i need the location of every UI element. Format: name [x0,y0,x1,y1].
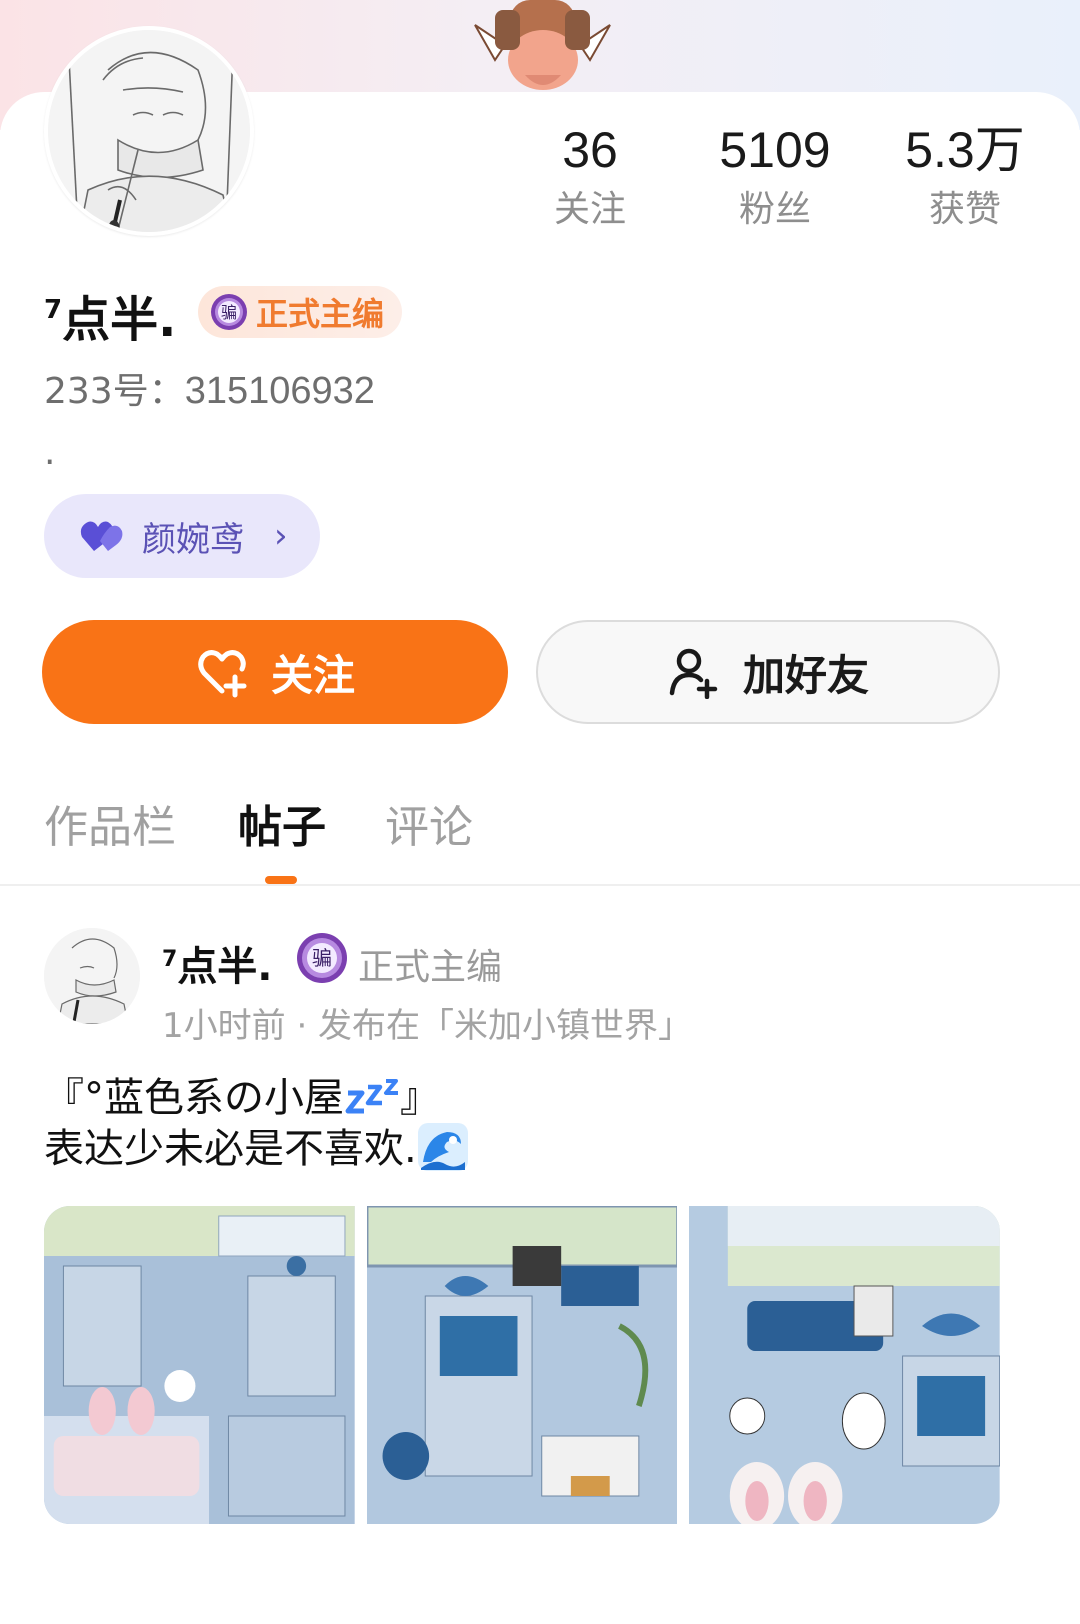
banner-mascot [474,0,611,90]
partner-name: 颜婉鸢 [142,519,244,560]
profile-name-text: 点半. [62,292,177,348]
sketch-avatar [44,928,140,1024]
rank-seal-icon: 骗 [297,933,347,983]
tabs-divider [0,884,1080,886]
stat-fans[interactable]: 5109 粉丝 [690,120,860,234]
post-image-1[interactable] [44,1206,355,1524]
stat-likes[interactable]: 5.3万 获赞 [880,120,1050,234]
svg-text:骗: 骗 [221,303,237,322]
chevron-right-icon: › [274,516,288,556]
add-friend-button[interactable]: 加好友 [536,620,1000,724]
post-title-text: 『°蓝色系の小屋 [44,1075,344,1121]
post-body[interactable]: 表达少未必是不喜欢. [44,1122,469,1175]
tab-works[interactable]: 作品栏 [44,800,176,856]
post-author-name[interactable]: 7点半. [162,934,273,992]
follow-button-label: 关注 [270,650,355,700]
room-image [689,1206,1000,1524]
profile-name-prefix: 7 [44,295,63,325]
heart-plus-icon [198,650,247,698]
sketch-avatar [48,30,250,232]
user-id-label: 233号： [44,371,185,412]
add-person-icon [669,648,718,699]
rank-seal-icon: 骗 [211,294,247,330]
tab-comments[interactable]: 评论 [385,800,473,856]
stat-following-value: 36 [562,122,618,178]
active-tab-indicator [265,876,297,884]
stat-likes-label: 获赞 [928,189,1001,230]
post-title[interactable]: 『°蓝色系の小屋 』 [44,1072,440,1124]
post-author-avatar[interactable] [44,928,140,1024]
stat-fans-value: 5109 [719,122,831,178]
stat-following-label: 关注 [553,189,626,230]
rank-badge[interactable]: 骗 正式主编 [198,286,403,338]
stat-fans-label: 粉丝 [738,189,811,230]
add-friend-button-label: 加好友 [742,650,869,700]
post-image-3[interactable] [689,1206,1000,1524]
post-author-prefix: 7 [162,947,178,972]
stat-following[interactable]: 36 关注 [505,120,675,234]
profile-avatar[interactable] [44,26,254,236]
post-title-end: 』 [400,1075,440,1121]
room-image [366,1206,678,1524]
post-author-text: 点半. [177,944,273,990]
post-image-2[interactable] [366,1206,678,1524]
room-image [44,1206,355,1524]
user-id-value: 315106932 [184,370,375,412]
user-id[interactable]: 233号：315106932 [44,362,375,414]
follow-button[interactable]: 关注 [42,620,508,724]
stat-likes-value: 5.3万 [905,122,1025,178]
rank-title: 正式主编 [256,295,385,333]
partner-pill[interactable]: 颜婉鸢 › [44,494,320,578]
zzz-emoji [345,1079,398,1114]
tab-posts[interactable]: 帖子 [238,800,326,856]
post-meta[interactable]: 1小时前 · 发布在「米加小镇世界」 [162,998,692,1047]
post-images [44,1206,1000,1524]
profile-name: 7点半. [44,282,176,348]
post-author-rank: 正式主编 [358,947,503,988]
post-body-text: 表达少未必是不喜欢. [44,1126,417,1172]
profile-bio: . [44,432,56,473]
svg-text:骗: 骗 [312,946,332,970]
wave-emoji [417,1123,468,1171]
purple-heart-icon [80,521,123,551]
